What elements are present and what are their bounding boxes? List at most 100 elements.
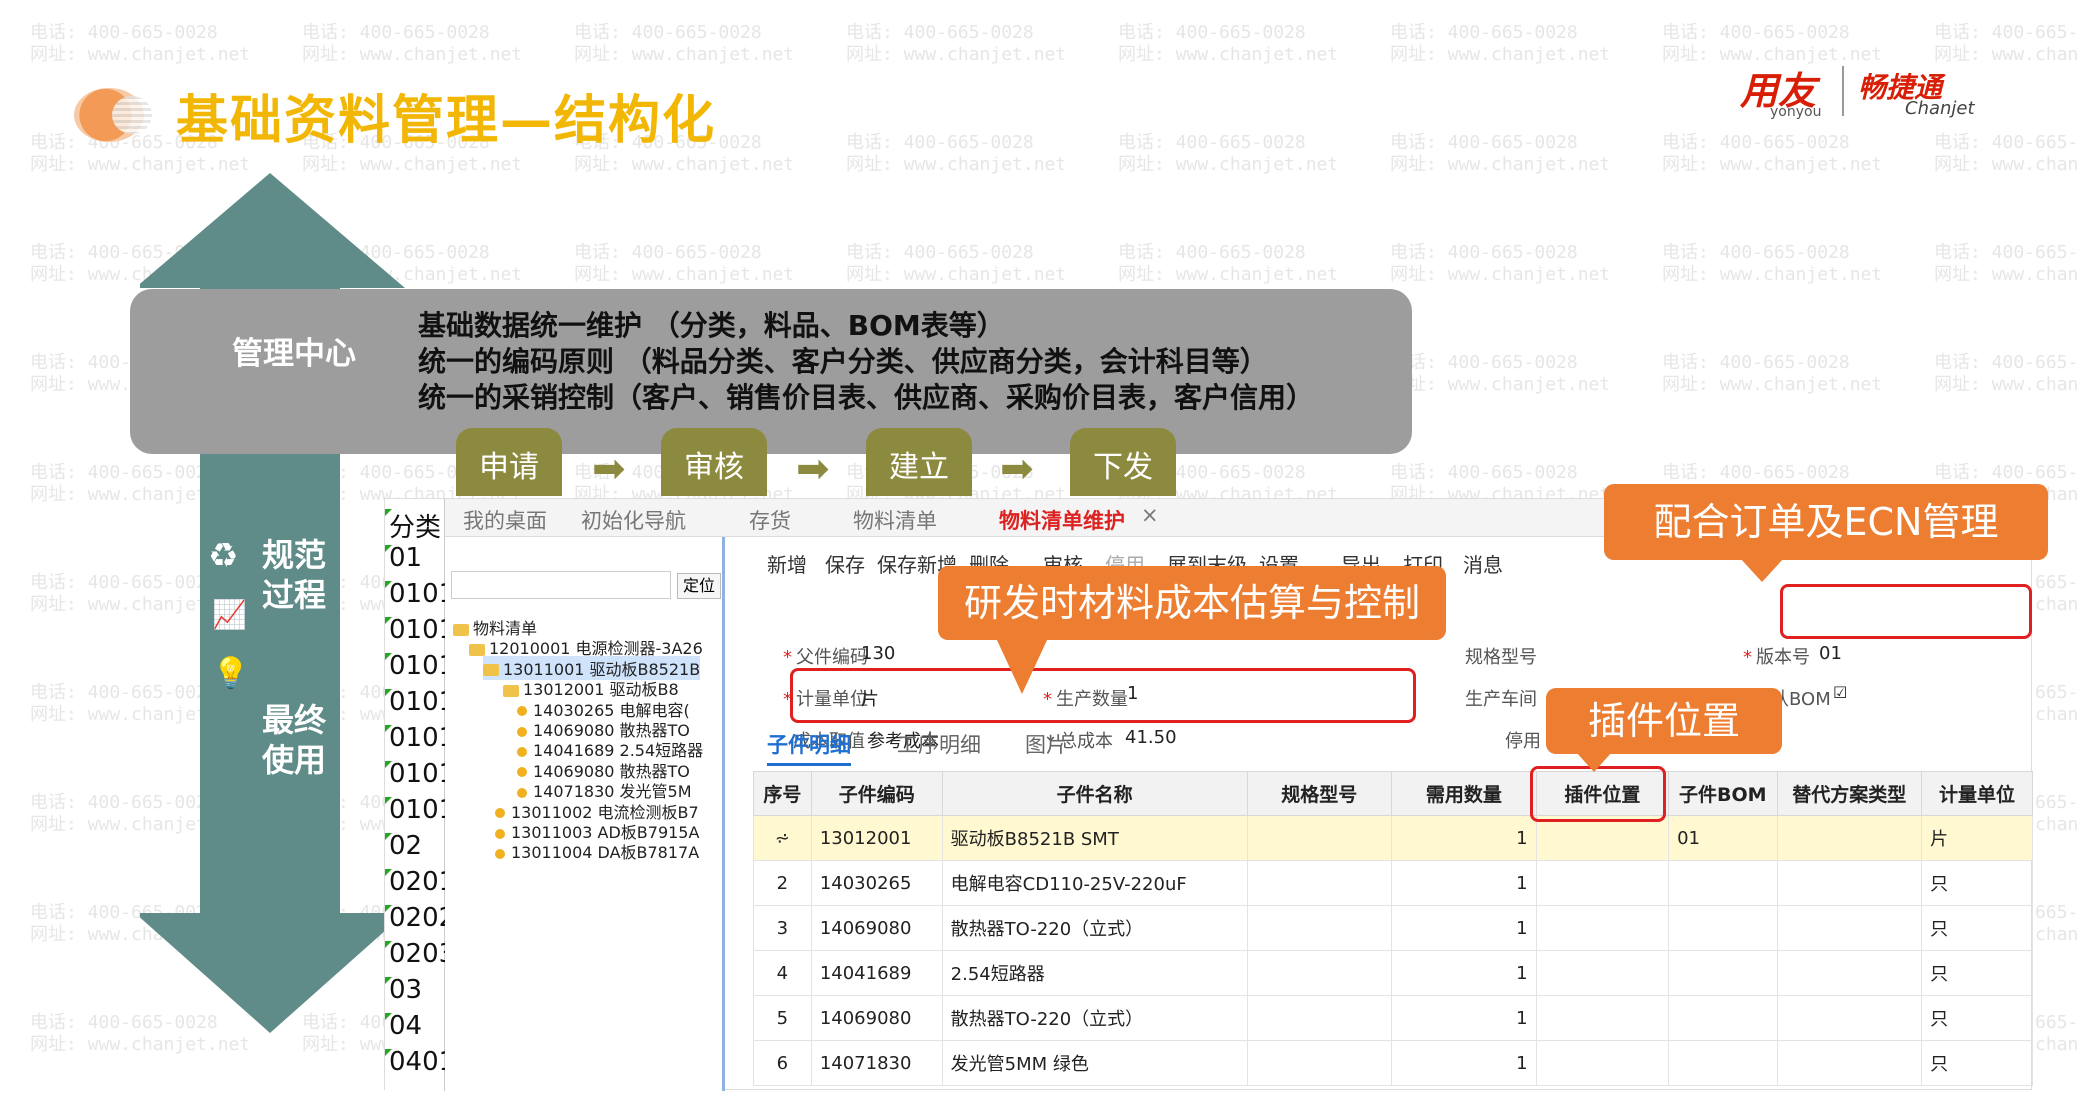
grid-cell[interactable]: 14069080 xyxy=(810,995,943,1041)
watermark-text: 网址: www.chanjet.net xyxy=(574,44,795,65)
recycle-icon: ♻ xyxy=(208,536,239,576)
watermark-text: 电话: 400-665-0028 xyxy=(574,242,762,263)
close-icon[interactable]: × xyxy=(1141,503,1159,527)
grid-cell[interactable] xyxy=(1246,950,1393,996)
grid-cell[interactable] xyxy=(1246,860,1393,906)
grid-cell[interactable]: 只 xyxy=(1921,905,2033,951)
grid-cell[interactable] xyxy=(1776,1040,1923,1086)
grid-cell[interactable]: 01 xyxy=(1668,815,1778,861)
grid-cell[interactable]: 14030265 xyxy=(810,860,943,906)
grid-cell[interactable] xyxy=(1246,905,1393,951)
grid-cell[interactable]: 散热器TO-220（立式） xyxy=(941,995,1248,1041)
grid-cell[interactable] xyxy=(1668,905,1778,951)
watermark-text: 电话: 400-665-0028 xyxy=(1934,352,2078,373)
tab-inventory[interactable]: 存货 xyxy=(749,505,791,535)
grid-cell[interactable] xyxy=(1776,905,1923,951)
grid-cell[interactable] xyxy=(1668,1040,1778,1086)
grid-cell[interactable]: 3 xyxy=(753,905,812,951)
grid-cell[interactable]: 1 xyxy=(1391,905,1537,951)
grid-cell[interactable] xyxy=(1776,815,1923,861)
grid-cell[interactable]: 1 xyxy=(1391,860,1537,906)
default-bom-checkbox[interactable]: ☑ xyxy=(1833,683,1847,702)
category-item[interactable]: 04 xyxy=(384,1011,422,1041)
category-item[interactable]: 01 xyxy=(384,543,422,573)
grid-cell[interactable]: 驱动板B8521B SMT xyxy=(941,815,1248,861)
grid-cell[interactable]: 5 xyxy=(753,995,812,1041)
tab-bom[interactable]: 物料清单 xyxy=(853,505,937,535)
category-item[interactable]: 03 xyxy=(384,975,422,1005)
grid-header[interactable]: 子件BOM xyxy=(1668,771,1778,816)
watermark-text: 电话: 400-665-0028 xyxy=(1390,132,1578,153)
tree-search-input[interactable] xyxy=(451,571,671,599)
watermark-text: 网址: www.chanjet.net xyxy=(1934,374,2078,395)
folder-icon xyxy=(453,623,469,636)
locate-button[interactable]: 定位 xyxy=(677,573,721,599)
grid-cell[interactable] xyxy=(1535,995,1670,1041)
parent-code-value[interactable]: 130 xyxy=(861,643,895,664)
table-row[interactable]: ⩫ 13012001 驱动板B8521B SMT 1 01 片 xyxy=(753,815,2033,861)
grid-cell[interactable] xyxy=(1535,950,1670,996)
table-row[interactable]: 4 14041689 2.54短路器 1 只 xyxy=(753,950,2033,996)
grid-cell[interactable]: 只 xyxy=(1921,995,2033,1041)
grid-cell[interactable]: 1 xyxy=(1391,995,1537,1041)
grid-cell[interactable] xyxy=(1776,995,1923,1041)
grid-cell[interactable]: 4 xyxy=(753,950,812,996)
grid-cell[interactable] xyxy=(1535,1040,1670,1086)
grid-cell[interactable]: 1 xyxy=(1391,815,1537,861)
tab-process-detail[interactable]: 工序明细 xyxy=(897,729,981,759)
tab-picture[interactable]: 图片 xyxy=(1025,729,1067,759)
grid-cell[interactable] xyxy=(1535,860,1670,906)
grid-cell[interactable] xyxy=(1776,950,1923,996)
grid-header[interactable]: 序号 xyxy=(753,771,812,816)
tab-desktop[interactable]: 我的桌面 xyxy=(463,505,547,535)
grid-cell[interactable]: 2 xyxy=(753,860,812,906)
grid-header[interactable]: 需用数量 xyxy=(1391,771,1537,816)
watermark-text: 电话: 400-665-0028 xyxy=(1390,242,1578,263)
toolbar-button[interactable]: 消息 xyxy=(1463,549,1503,578)
grid-cell[interactable]: 发光管5MM 绿色 xyxy=(941,1040,1248,1086)
grid-header[interactable]: 子件编码 xyxy=(810,771,943,816)
grid-header[interactable]: 规格型号 xyxy=(1246,771,1393,816)
grid-cell[interactable]: 1 xyxy=(1391,1040,1537,1086)
grid-cell[interactable]: 电解电容CD110-25V-220uF xyxy=(941,860,1248,906)
grid-cell[interactable]: 13012001 xyxy=(810,815,943,861)
grid-cell[interactable]: 14041689 xyxy=(810,950,943,996)
grid-header[interactable]: 子件名称 xyxy=(941,771,1248,816)
table-row[interactable]: 5 14069080 散热器TO-220（立式） 1 只 xyxy=(753,995,2033,1041)
grid-cell[interactable] xyxy=(1668,860,1778,906)
grid-cell[interactable]: 1 xyxy=(1391,950,1537,996)
table-row[interactable]: 3 14069080 散热器TO-220（立式） 1 只 xyxy=(753,905,2033,951)
toolbar-button[interactable]: 保存 xyxy=(825,549,865,578)
tab-child-detail[interactable]: 子件明细 xyxy=(767,729,851,766)
grid-cell[interactable] xyxy=(1246,995,1393,1041)
grid-cell[interactable]: 散热器TO-220（立式） xyxy=(941,905,1248,951)
grid-cell[interactable] xyxy=(1668,950,1778,996)
grid-header[interactable]: 计量单位 xyxy=(1921,771,2033,816)
grid-cell[interactable]: 14071830 xyxy=(810,1040,943,1086)
tab-bom-maintenance[interactable]: 物料清单维护 xyxy=(999,505,1125,535)
grid-cell[interactable]: 只 xyxy=(1921,950,2033,996)
grid-cell[interactable] xyxy=(1246,815,1393,861)
grid-cell[interactable]: 6 xyxy=(753,1040,812,1086)
grid-cell[interactable]: 2.54短路器 xyxy=(941,950,1248,996)
grid-cell[interactable] xyxy=(1535,905,1670,951)
tree-item[interactable]: 13011004 DA板B7817A xyxy=(495,839,699,863)
grid-cell[interactable] xyxy=(1535,815,1670,861)
grid-cell[interactable]: 14069080 xyxy=(810,905,943,951)
table-row[interactable]: 6 14071830 发光管5MM 绿色 1 只 xyxy=(753,1040,2033,1086)
grid-cell[interactable] xyxy=(1776,860,1923,906)
grid-cell[interactable]: 只 xyxy=(1921,860,2033,906)
toolbar-button[interactable]: 新增 xyxy=(767,549,807,578)
row-expand-icon[interactable]: ⩫ xyxy=(753,815,812,861)
grid-header[interactable]: 替代方案类型 xyxy=(1776,771,1923,816)
grid-cell[interactable]: 片 xyxy=(1921,815,2033,861)
category-item[interactable]: 02 xyxy=(384,831,422,861)
grid-cell[interactable] xyxy=(1246,1040,1393,1086)
grid-cell[interactable] xyxy=(1668,995,1778,1041)
tab-init-nav[interactable]: 初始化导航 xyxy=(581,505,686,535)
table-row[interactable]: 2 14030265 电解电容CD110-25V-220uF 1 只 xyxy=(753,860,2033,906)
version-value[interactable]: 01 xyxy=(1819,643,1842,664)
grid-cell[interactable]: 只 xyxy=(1921,1040,2033,1086)
disable-label: 停用 xyxy=(1505,731,1541,752)
watermark-text: 电话: 400-665-0028 xyxy=(1934,242,2078,263)
